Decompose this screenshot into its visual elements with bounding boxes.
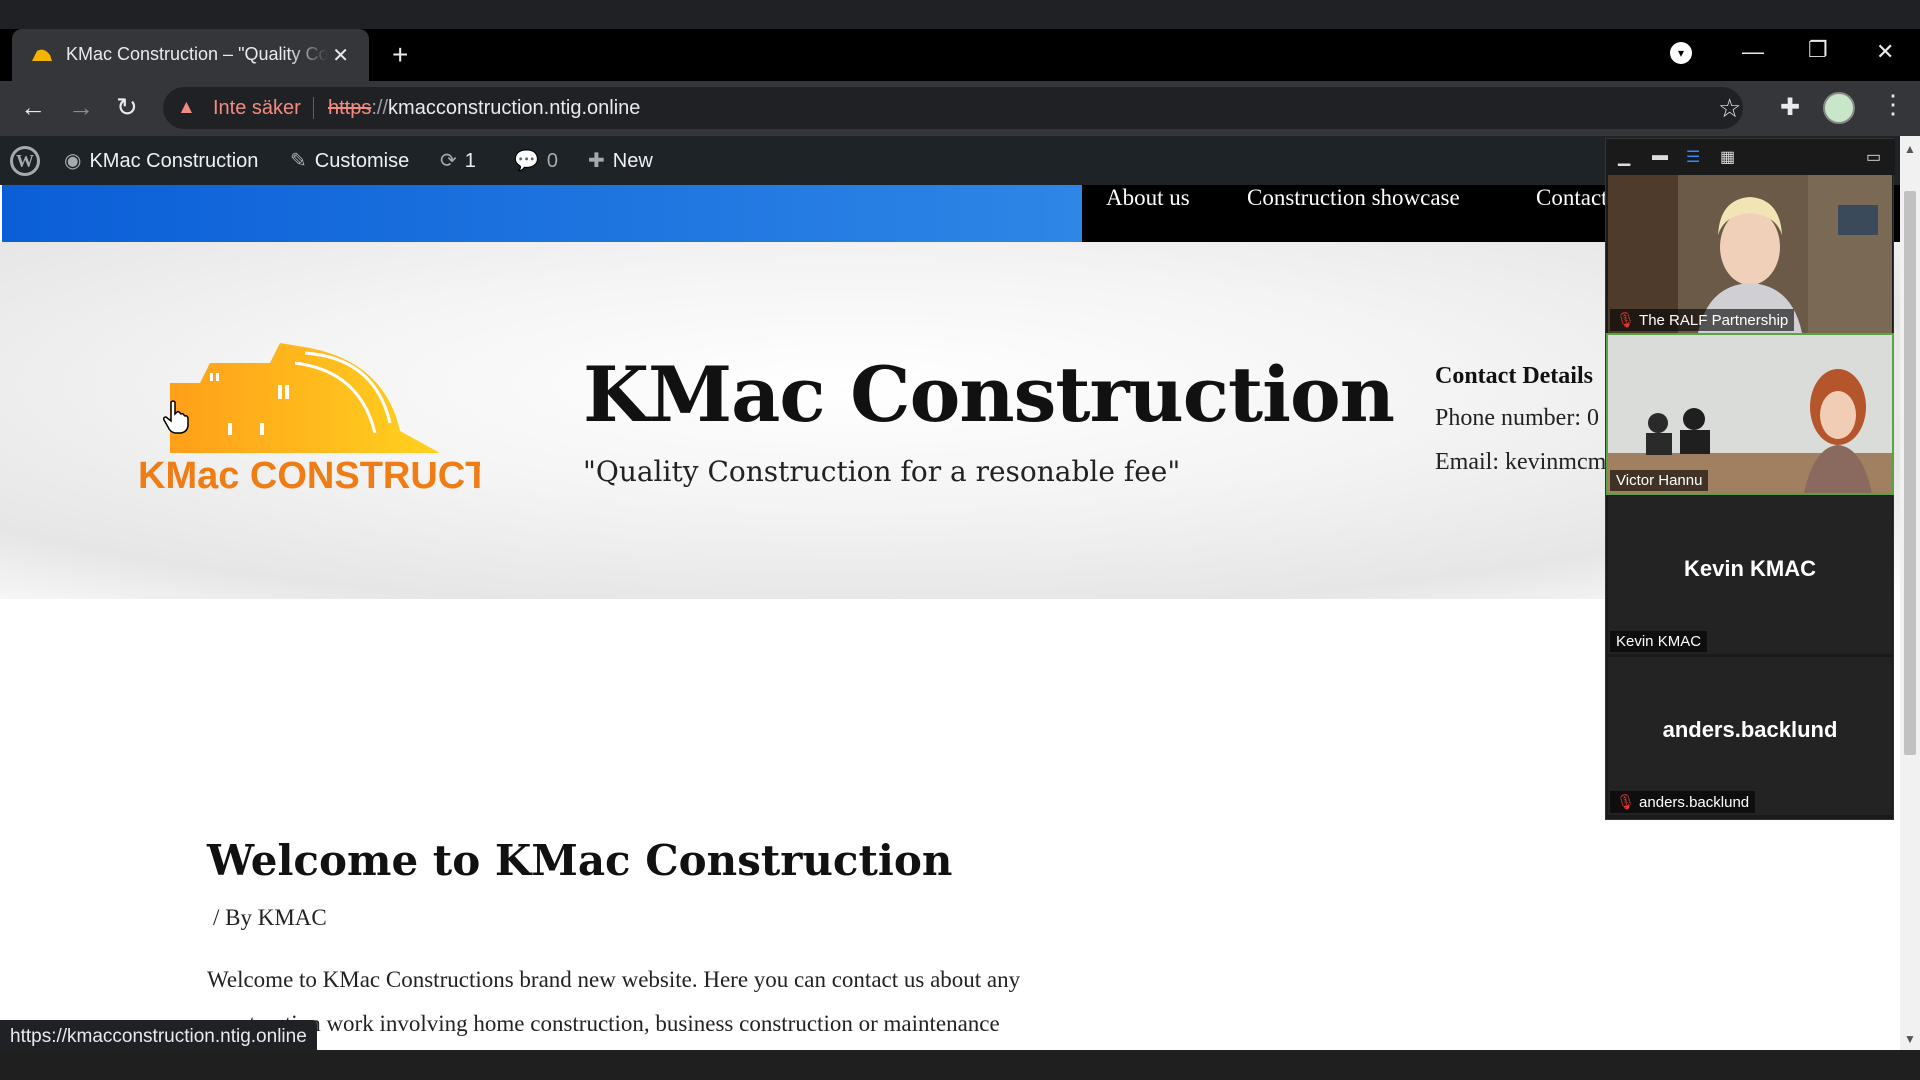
url-text[interactable]: https://kmacconstruction.ntig.online — [328, 97, 640, 120]
participant-tile[interactable]: Kevin KMAC Kevin KMAC — [1608, 496, 1892, 654]
scroll-up-icon[interactable]: ▲ — [1904, 142, 1916, 156]
gallery-view-icon[interactable]: ▦ — [1720, 147, 1735, 167]
wordpress-logo-icon[interactable]: W — [10, 146, 40, 176]
bookmark-star-icon[interactable]: ☆ — [1718, 93, 1741, 124]
dashboard-icon: ◉ — [64, 150, 82, 172]
tab-close-icon[interactable]: ✕ — [332, 43, 349, 68]
restore-icon[interactable]: ❐ — [1808, 37, 1828, 63]
video-call-panel: ▁ ▬ ☰ ▦ ▭ 🎙 The RALF Partnership Victor … — [1605, 138, 1895, 820]
nav-construction-showcase[interactable]: Construction showcase — [1247, 185, 1460, 211]
nav-contact[interactable]: Contact — [1536, 185, 1608, 211]
exit-fullscreen-icon[interactable]: ▭ — [1866, 147, 1881, 167]
extensions-puzzle-icon[interactable]: ✚ — [1780, 93, 1800, 122]
minimize-icon[interactable]: — — [1742, 39, 1764, 65]
omnibox-divider — [313, 97, 314, 119]
video-panel-toolbar: ▁ ▬ ☰ ▦ ▭ — [1606, 139, 1895, 175]
tab-strip: KMac Construction – "Quality Constructio… — [0, 29, 1920, 81]
wp-customise-item[interactable]: ✎ Customise — [290, 148, 409, 173]
participant-name: Victor Hannu — [1610, 470, 1709, 491]
logo-text: KMac CONSTRUCTION — [138, 455, 480, 497]
participant-tile-active-speaker[interactable]: Victor Hannu — [1606, 333, 1894, 495]
reload-icon[interactable]: ↻ — [116, 94, 138, 120]
participant-tile[interactable]: anders.backlund 🎙 anders.backlund — [1608, 657, 1892, 815]
post-paragraph-line-1: Welcome to KMac Constructions brand new … — [207, 967, 1021, 992]
url-separator: :// — [371, 97, 389, 119]
browser-menu-icon[interactable]: ⋮ — [1880, 89, 1906, 120]
participant-name: Kevin KMAC — [1610, 631, 1708, 652]
back-icon[interactable]: ← — [20, 94, 46, 120]
address-bar[interactable]: ▲ Inte säker https://kmacconstruction.nt… — [163, 87, 1743, 129]
contact-email: Email: kevinmcm — [1435, 449, 1607, 475]
browser-toolbar: ← → ↻ ▲ Inte säker https://kmacconstruct… — [0, 81, 1920, 136]
link-status-bubble: https://kmacconstruction.ntig.online — [0, 1020, 317, 1052]
site-tagline: "Quality Construction for a resonable fe… — [583, 455, 1181, 488]
wp-updates-item[interactable]: ⟳ 1 — [440, 148, 476, 173]
wp-updates-count: 1 — [464, 150, 476, 172]
post-title[interactable]: Welcome to KMac Construction — [207, 836, 952, 885]
wp-site-name-item[interactable]: ◉ KMac Construction — [64, 148, 258, 173]
plus-icon: ✚ — [588, 150, 605, 172]
wp-comments-item[interactable]: 💬 0 — [514, 148, 558, 173]
participant-name: 🎙 anders.backlund — [1610, 791, 1756, 813]
nav-about-us[interactable]: About us — [1106, 185, 1190, 211]
wp-comments-count: 0 — [546, 150, 559, 172]
hand-cursor-icon — [163, 400, 189, 434]
contact-phone: Phone number: 0 — [1435, 405, 1599, 431]
warning-icon[interactable]: ▲ — [177, 97, 196, 119]
forward-icon[interactable]: → — [68, 94, 94, 120]
updates-icon: ⟳ — [440, 150, 457, 172]
participant-name: 🎙 The RALF Partnership — [1610, 309, 1795, 331]
new-tab-button[interactable]: + — [392, 41, 408, 69]
mic-muted-icon: 🎙 — [1616, 794, 1636, 811]
brush-icon: ✎ — [290, 150, 307, 172]
url-host: kmacconstruction.ntig.online — [388, 97, 641, 119]
url-scheme: https — [328, 97, 372, 119]
wp-site-name: KMac Construction — [89, 150, 259, 172]
wp-customise-label: Customise — [314, 150, 410, 172]
wp-new-item[interactable]: ✚ New — [588, 148, 653, 173]
scroll-down-icon[interactable]: ▼ — [1904, 1032, 1916, 1046]
header-blue-band — [2, 185, 1082, 242]
comment-icon: 💬 — [514, 150, 539, 172]
minimize-panel-icon[interactable]: ▁ — [1618, 147, 1630, 167]
participant-placeholder-name: anders.backlund — [1662, 717, 1838, 742]
window-close-icon[interactable]: ✕ — [1876, 39, 1894, 65]
wp-new-label: New — [612, 150, 653, 172]
participant-placeholder-name: Kevin KMAC — [1683, 556, 1816, 581]
scroll-thumb[interactable] — [1904, 191, 1916, 755]
contact-details-heading: Contact Details — [1435, 363, 1593, 389]
not-secure-label[interactable]: Inte säker — [213, 97, 301, 120]
mic-muted-icon: 🎙 — [1616, 312, 1636, 329]
post-byline: / By KMAC — [213, 905, 327, 930]
tab-title: KMac Construction – "Quality Constructio… — [66, 44, 328, 64]
site-favicon-icon — [32, 49, 52, 61]
browser-tab-active[interactable]: KMac Construction – "Quality Constructio… — [12, 29, 369, 81]
profile-avatar[interactable] — [1823, 92, 1855, 124]
participant-tile[interactable]: 🎙 The RALF Partnership — [1608, 175, 1892, 333]
speaker-view-icon[interactable]: ▬ — [1652, 147, 1668, 165]
page-scrollbar[interactable]: ▲ ▼ — [1900, 136, 1920, 1050]
window-title-bar — [0, 0, 1920, 29]
site-title[interactable]: KMac Construction — [583, 350, 1395, 439]
tab-search-icon[interactable]: ▾ — [1670, 42, 1692, 64]
post-paragraph-line-2: construction work involving home constru… — [207, 1011, 1000, 1036]
thumbnail-view-icon[interactable]: ☰ — [1686, 147, 1700, 167]
